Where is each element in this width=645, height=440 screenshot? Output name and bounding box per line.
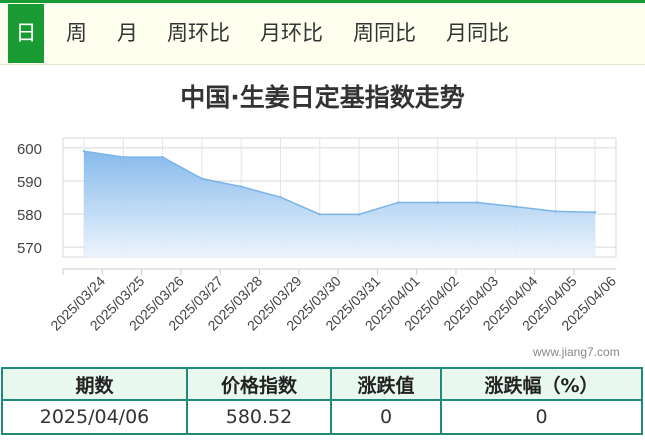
cell-change-value: 0: [330, 399, 442, 435]
cell-price-index: 580.52: [186, 399, 332, 435]
y-tick-label: 570: [17, 240, 42, 257]
table-row: 2025/04/06 580.52 0 0: [1, 399, 643, 435]
cell-change-percent: 0: [440, 399, 643, 435]
data-point: [515, 205, 518, 208]
header-price-index: 价格指数: [186, 367, 332, 401]
data-point: [82, 150, 86, 153]
data-point: [475, 201, 479, 204]
data-point: [200, 177, 204, 180]
series-area: [84, 151, 595, 257]
data-point: [397, 201, 400, 204]
data-point: [436, 201, 439, 204]
header-period: 期数: [1, 367, 188, 401]
data-point: [318, 213, 321, 216]
y-tick-label: 600: [17, 141, 42, 158]
y-tick-label: 580: [17, 207, 42, 224]
table-header-row: 期数 价格指数 涨跌值 涨跌幅（%）: [1, 367, 643, 401]
cell-period: 2025/04/06: [1, 399, 188, 435]
header-change-percent: 涨跌幅（%）: [440, 367, 643, 401]
header-change-value: 涨跌值: [330, 367, 442, 401]
data-point: [554, 210, 557, 213]
data-point: [240, 185, 243, 188]
watermark: www.jiang7.com: [533, 345, 620, 359]
data-point: [279, 195, 282, 199]
data-point: [122, 155, 125, 159]
data-point: [357, 213, 361, 216]
stats-table: 期数 价格指数 涨跌值 涨跌幅（%） 2025/04/06 580.52 0 0: [1, 367, 643, 435]
y-tick-label: 590: [17, 174, 42, 191]
data-point: [161, 155, 164, 159]
data-point: [593, 211, 597, 214]
